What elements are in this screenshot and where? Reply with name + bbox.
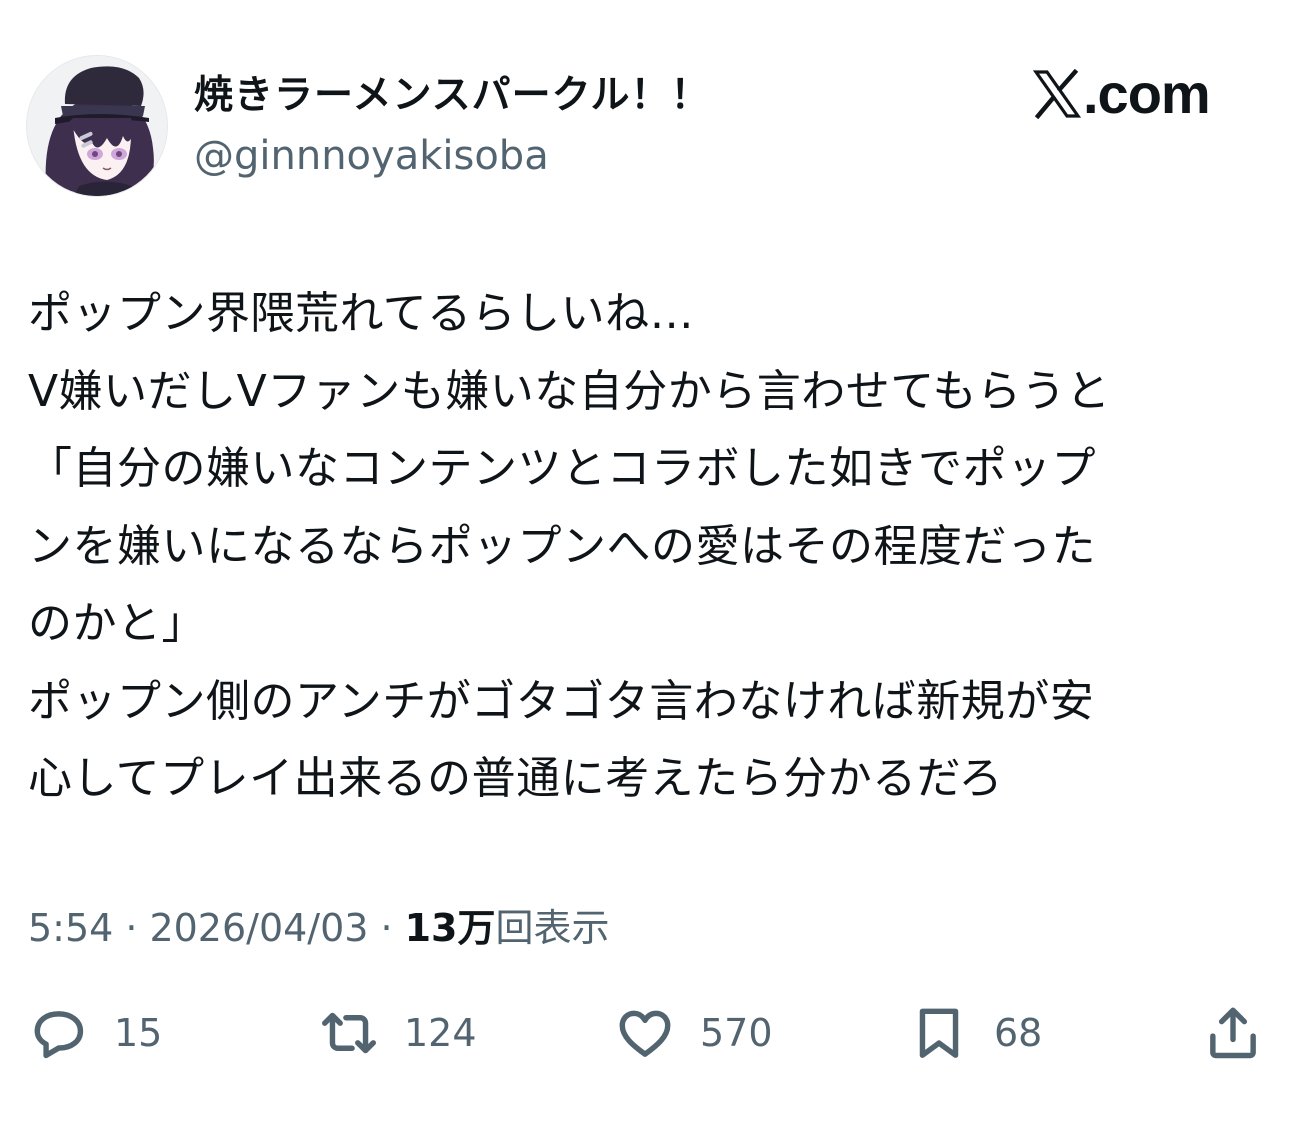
tweet-meta: 5:54 · 2026/04/03 · 13万回表示 [28,900,609,956]
tweet-date[interactable]: 2026/04/03 [149,906,368,950]
x-logo-icon [1033,69,1081,119]
bookmark-icon [919,1008,959,1058]
tweet-text: ポップン界隈荒れてるらしいね… V嫌いだしVファンも嫌いな自分から言わせてもらう… [28,275,1268,818]
avatar-illustration [27,56,167,196]
like-button[interactable]: 570 [614,1000,773,1066]
avatar[interactable] [26,55,168,197]
author-handle[interactable]: @ginnnoyakisoba [194,128,549,184]
tweet-line: 心してプレイ出来るの普通に考えたら分かるだろ [28,753,1004,804]
meta-separator: · [380,906,393,950]
heart-icon [619,1010,671,1057]
reply-icon [34,1011,84,1059]
repost-count: 124 [404,1011,477,1055]
reply-count: 15 [114,1011,163,1055]
repost-icon [322,1012,376,1054]
tweet-line: ポップン界隈荒れてるらしいね… [28,288,695,339]
tweet-time[interactable]: 5:54 [28,906,113,950]
bookmark-count: 68 [994,1011,1043,1055]
tweet-line: のかと」 [28,598,206,649]
x-brand: .com [1033,62,1211,126]
brand-domain: .com [1083,62,1211,125]
share-icon [1210,1007,1256,1059]
views-count: 13万 [404,906,496,950]
reply-button[interactable]: 15 [28,1000,162,1066]
share-button[interactable] [1202,1000,1264,1066]
bookmark-button[interactable]: 68 [908,1000,1042,1066]
views-label: 回表示 [495,906,610,950]
like-count: 570 [700,1011,773,1055]
tweet-line: ンを嫌いになるならポップンへの愛はその程度だった [28,520,1096,572]
tweet-line: 「自分の嫌いなコンテンツとコラボした如きでポップ [28,443,1096,494]
tweet-line: ポップン側のアンチがゴタゴタ言わなければ新規が安 [28,675,1095,727]
meta-separator: · [125,906,138,950]
repost-button[interactable]: 124 [318,1000,477,1066]
author-display-name[interactable]: 焼きラーメンスパークル！！ [194,68,711,124]
tweet-line: V嫌いだしVファンも嫌いな自分から言わせてもらうと [28,365,1111,417]
action-bar: 15 124 570 68 [0,1000,1290,1066]
